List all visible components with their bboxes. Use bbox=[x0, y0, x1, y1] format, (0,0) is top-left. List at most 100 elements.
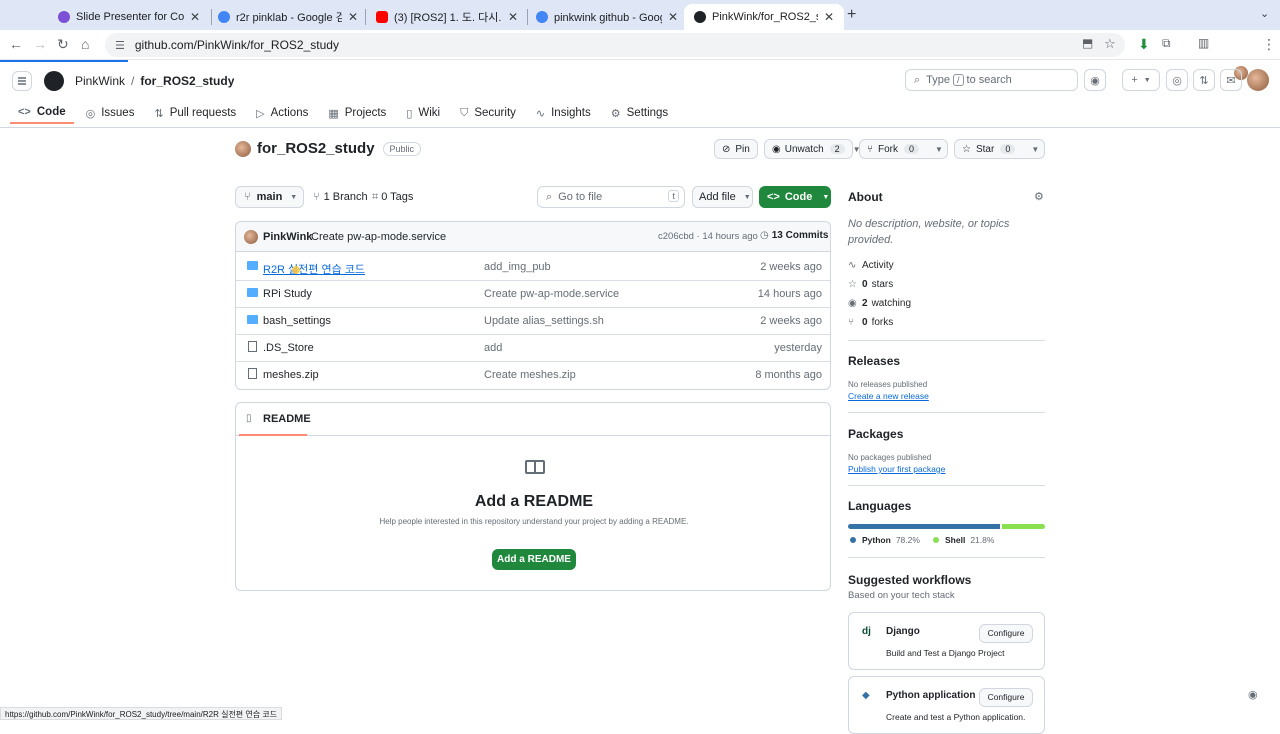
go-to-file-input[interactable]: ⌕ Go to file t bbox=[537, 186, 685, 208]
file-name[interactable]: .DS_Store bbox=[263, 342, 314, 354]
pull-requests-icon[interactable]: ⇅ bbox=[1193, 69, 1215, 91]
table-row[interactable]: bash_settings Update alias_settings.sh 2… bbox=[236, 308, 830, 335]
workflow-name: Django bbox=[886, 626, 920, 637]
reload-icon[interactable]: ↻ bbox=[57, 36, 69, 53]
install-app-icon[interactable]: ⬒ bbox=[1082, 36, 1093, 50]
watching-link[interactable]: ◉ 2 watching bbox=[848, 298, 911, 309]
file-commit-message[interactable]: add_img_pub bbox=[484, 261, 551, 273]
watching-label: watching bbox=[871, 298, 912, 309]
close-tab-icon[interactable]: ✕ bbox=[190, 10, 200, 24]
download-icon[interactable]: ⬇ bbox=[1138, 36, 1150, 53]
browser-menu-icon[interactable]: ⋮ bbox=[1262, 36, 1276, 53]
home-icon[interactable]: ⌂ bbox=[81, 36, 89, 52]
branch-select[interactable]: ⑂ main ▼ bbox=[235, 186, 304, 208]
file-name[interactable]: RPi Study bbox=[263, 288, 312, 300]
tab-insights[interactable]: ∿ Insights bbox=[528, 102, 599, 124]
pin-icon: ⊘ bbox=[722, 143, 731, 155]
tab-settings[interactable]: ⚙ Settings bbox=[603, 102, 676, 124]
user-avatar[interactable] bbox=[1247, 69, 1269, 91]
address-bar[interactable]: ☰ github.com/PinkWink/for_ROS2_study bbox=[105, 33, 1125, 57]
packages-title[interactable]: Packages bbox=[848, 427, 903, 441]
tags-link[interactable]: ⌗ 0 Tags bbox=[372, 191, 413, 204]
issues-icon[interactable]: ◎ bbox=[1166, 69, 1188, 91]
commits-link[interactable]: ◷ 13 Commits bbox=[760, 230, 828, 241]
site-info-icon[interactable]: ☰ bbox=[115, 39, 125, 52]
tab-projects[interactable]: ▦ Projects bbox=[320, 102, 394, 124]
new-tab-button[interactable]: + bbox=[847, 6, 856, 24]
code-button[interactable]: <> Code ▼ bbox=[759, 186, 831, 208]
browser-tab[interactable]: Slide Presenter for Confluence ✕ bbox=[48, 4, 210, 30]
file-commit-message[interactable]: Create meshes.zip bbox=[484, 369, 576, 381]
commit-sha-time[interactable]: c206cbd · 14 hours ago bbox=[658, 231, 758, 242]
back-arrow-icon[interactable]: ← bbox=[9, 36, 23, 52]
close-tab-icon[interactable]: ✕ bbox=[668, 10, 678, 24]
file-commit-message[interactable]: add bbox=[484, 342, 502, 354]
add-file-button[interactable]: Add file ▼ bbox=[692, 186, 753, 208]
copilot-icon[interactable]: ◉ bbox=[1084, 69, 1106, 91]
browser-tab-active[interactable]: PinkWink/for_ROS2_study ✕ bbox=[684, 4, 844, 30]
file-commit-message[interactable]: Create pw-ap-mode.service bbox=[484, 288, 619, 300]
tab-pull-requests[interactable]: ⇅ Pull requests bbox=[146, 102, 244, 124]
side-panel-icon[interactable]: ▥ bbox=[1198, 36, 1209, 50]
commit-author[interactable]: PinkWink bbox=[263, 231, 312, 243]
releases-title[interactable]: Releases bbox=[848, 354, 900, 368]
tab-code[interactable]: <> Code bbox=[10, 102, 74, 124]
language-shell[interactable]: Shell 21.8% bbox=[933, 535, 994, 545]
language-python[interactable]: Python 78.2% bbox=[850, 535, 920, 545]
file-name[interactable]: bash_settings bbox=[263, 315, 331, 327]
add-readme-button[interactable]: Add a README bbox=[492, 549, 576, 570]
inbox-icon[interactable]: ✉ bbox=[1220, 69, 1242, 91]
pin-button[interactable]: ⊘ Pin bbox=[714, 139, 758, 159]
readme-tab[interactable]: README bbox=[263, 413, 311, 425]
repo-name[interactable]: for_ROS2_study bbox=[257, 140, 375, 157]
configure-button[interactable]: Configure bbox=[979, 688, 1033, 707]
extensions-icon[interactable]: ⧉ bbox=[1162, 36, 1171, 51]
workflow-desc: Create and test a Python application. bbox=[886, 712, 1026, 722]
tab-search-chevron-icon[interactable]: ⌄ bbox=[1260, 7, 1269, 20]
forks-count: 0 bbox=[862, 317, 868, 328]
unwatch-button[interactable]: ◉ Unwatch 2 ▼ bbox=[764, 139, 861, 159]
browser-tab[interactable]: pinkwink github - Google 검색 ✕ bbox=[526, 4, 688, 30]
fork-button[interactable]: ⑂ Fork 0 ▼ bbox=[859, 139, 948, 159]
fork-label: Fork bbox=[878, 143, 898, 155]
table-row[interactable]: meshes.zip Create meshes.zip 8 months ag… bbox=[236, 362, 830, 389]
tab-security[interactable]: ⛉ Security bbox=[452, 102, 524, 124]
address-url[interactable]: github.com/PinkWink/for_ROS2_study bbox=[135, 38, 339, 52]
forward-arrow-icon[interactable]: → bbox=[33, 36, 47, 52]
shield-icon: ⛉ bbox=[460, 106, 469, 119]
tab-favicon-icon bbox=[536, 11, 548, 23]
commit-message[interactable]: Create pw-ap-mode.service bbox=[311, 231, 446, 243]
forks-link[interactable]: ⑂ 0 forks bbox=[848, 317, 893, 328]
search-input[interactable]: ⌕ Type / to search bbox=[905, 69, 1078, 91]
file-commit-message[interactable]: Update alias_settings.sh bbox=[484, 315, 604, 327]
configure-button[interactable]: Configure bbox=[979, 624, 1033, 643]
bookmark-star-icon[interactable]: ☆ bbox=[1104, 36, 1116, 52]
create-new-button[interactable]: + ▼ bbox=[1122, 69, 1160, 91]
star-button[interactable]: ☆ Star 0 ▼ bbox=[954, 139, 1045, 159]
close-tab-icon[interactable]: ✕ bbox=[508, 10, 518, 24]
table-row[interactable]: RPi Study Create pw-ap-mode.service 14 h… bbox=[236, 281, 830, 308]
table-row[interactable]: R2R 실전편 연습 코드 add_img_pub 2 weeks ago bbox=[236, 254, 830, 281]
publish-package-link[interactable]: Publish your first package bbox=[848, 464, 945, 474]
tab-issues[interactable]: ◎ Issues bbox=[78, 102, 143, 124]
file-name[interactable]: meshes.zip bbox=[263, 369, 319, 381]
close-tab-icon[interactable]: ✕ bbox=[348, 10, 358, 24]
table-row[interactable]: .DS_Store add yesterday bbox=[236, 335, 830, 362]
tab-actions[interactable]: ▷ Actions bbox=[248, 102, 316, 124]
browser-tab[interactable]: (3) [ROS2] 1. 도. 다시. 강조하는 ✕ bbox=[366, 4, 528, 30]
browser-tab[interactable]: r2r pinklab - Google 검색 ✕ bbox=[208, 4, 368, 30]
gear-icon[interactable]: ⚙ bbox=[1034, 190, 1044, 203]
github-logo-icon[interactable] bbox=[44, 71, 64, 91]
hamburger-menu-button[interactable] bbox=[12, 71, 32, 91]
branches-link[interactable]: ⑂ 1 Branch bbox=[313, 191, 368, 203]
repo-link[interactable]: for_ROS2_study bbox=[140, 74, 234, 88]
stars-link[interactable]: ☆ 0 stars bbox=[848, 279, 893, 290]
copilot-chat-icon[interactable]: ◉ bbox=[1248, 688, 1264, 704]
create-release-link[interactable]: Create a new release bbox=[848, 391, 929, 401]
activity-link[interactable]: ∿ Activity bbox=[848, 260, 894, 271]
close-tab-icon[interactable]: ✕ bbox=[824, 10, 834, 24]
tab-wiki[interactable]: ▯ Wiki bbox=[398, 102, 448, 124]
search-icon: ⌕ bbox=[914, 73, 921, 86]
owner-link[interactable]: PinkWink bbox=[75, 74, 125, 88]
file-name[interactable]: R2R 실전편 연습 코드 bbox=[263, 261, 365, 277]
